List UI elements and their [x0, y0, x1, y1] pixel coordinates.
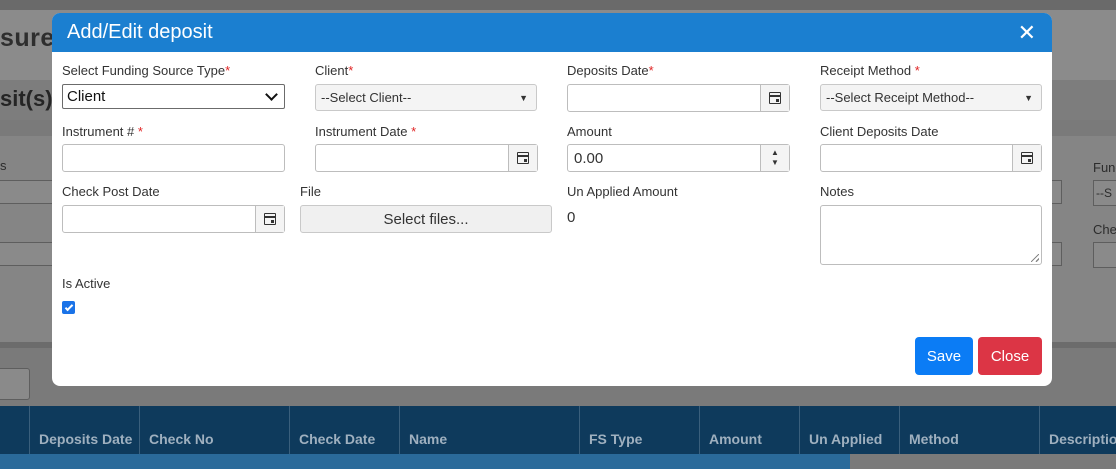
check-post-date-input[interactable] — [63, 206, 255, 232]
background-page-title: sit(s) — [0, 86, 53, 111]
close-button[interactable]: Close — [978, 337, 1042, 375]
background-left-label: s — [0, 158, 7, 173]
background-right-field — [1093, 242, 1116, 268]
background-small-button — [0, 368, 30, 400]
calendar-icon — [1021, 152, 1033, 164]
calendar-icon — [517, 152, 529, 164]
funding-source-type-value: Client — [67, 88, 106, 105]
calendar-icon — [264, 213, 276, 225]
client-deposits-date-picker[interactable] — [820, 144, 1042, 172]
calendar-button[interactable] — [255, 206, 284, 232]
background-top-strip — [0, 0, 1116, 10]
calendar-button[interactable] — [760, 85, 789, 111]
amount-numeric-input[interactable]: 0.00 ▲ ▼ — [567, 144, 790, 172]
notes-textarea[interactable] — [820, 205, 1042, 265]
background-right-field: --S — [1093, 180, 1116, 206]
grid-column-header: Check No — [140, 406, 290, 454]
caret-down-icon: ▼ — [1024, 92, 1033, 103]
resize-handle-icon[interactable] — [1031, 254, 1039, 262]
background-grid-row — [0, 454, 850, 469]
grid-column-header: Deposits Date — [30, 406, 140, 454]
is-active-checkbox[interactable] — [62, 301, 75, 314]
amount-value[interactable]: 0.00 — [568, 145, 760, 171]
grid-column-header: Method — [900, 406, 1040, 454]
instrument-date-picker[interactable] — [315, 144, 538, 172]
background-left-field — [0, 242, 54, 266]
check-post-date-label: Check Post Date — [62, 184, 160, 199]
spinner[interactable]: ▲ ▼ — [760, 145, 789, 171]
receipt-method-placeholder: --Select Receipt Method-- — [826, 90, 975, 105]
background-grid-header: Deposits Date Check No Check Date Name F… — [0, 406, 1116, 454]
caret-down-icon: ▼ — [519, 92, 528, 103]
modal-title: Add/Edit deposit — [67, 21, 213, 43]
file-label: File — [300, 184, 321, 199]
un-applied-amount-label: Un Applied Amount — [567, 184, 678, 199]
un-applied-amount-value: 0 — [567, 209, 576, 226]
add-edit-deposit-modal: Add/Edit deposit ✕ Select Funding Source… — [52, 13, 1052, 386]
calendar-button[interactable] — [508, 145, 537, 171]
deposits-date-input[interactable] — [568, 85, 760, 111]
grid-column-header: Un Applied — [800, 406, 900, 454]
funding-source-type-label: Select Funding Source Type* — [62, 63, 231, 78]
close-icon[interactable]: ✕ — [1018, 21, 1036, 44]
deposits-date-label: Deposits Date* — [567, 63, 654, 78]
instrument-date-label: Instrument Date * — [315, 124, 417, 139]
instrument-date-input[interactable] — [316, 145, 508, 171]
calendar-button[interactable] — [1012, 145, 1041, 171]
grid-column-header: Name — [400, 406, 580, 454]
save-button[interactable]: Save — [915, 337, 973, 375]
client-placeholder: --Select Client-- — [321, 90, 412, 105]
receipt-method-dropdown[interactable]: --Select Receipt Method-- ▼ — [820, 84, 1042, 111]
notes-label: Notes — [820, 184, 854, 199]
grid-column-header: Check Date — [290, 406, 400, 454]
funding-source-type-select[interactable]: Client — [62, 84, 285, 109]
client-deposits-date-label: Client Deposits Date — [820, 124, 939, 139]
select-files-button[interactable]: Select files... — [300, 205, 552, 233]
spin-down-icon[interactable]: ▼ — [771, 158, 779, 168]
instrument-no-input[interactable] — [62, 144, 285, 172]
grid-column-header: FS Type — [580, 406, 700, 454]
modal-header: Add/Edit deposit ✕ — [52, 13, 1052, 52]
client-label: Client* — [315, 63, 354, 78]
receipt-method-label: Receipt Method * — [820, 63, 920, 78]
calendar-icon — [769, 92, 781, 104]
checkmark-icon — [64, 302, 73, 311]
check-post-date-picker[interactable] — [62, 205, 285, 233]
chevron-down-icon — [265, 87, 278, 101]
grid-column-header: Amount — [700, 406, 800, 454]
background-right-label: Che — [1093, 222, 1116, 237]
amount-label: Amount — [567, 124, 612, 139]
is-active-label: Is Active — [62, 276, 111, 291]
spin-up-icon[interactable]: ▲ — [771, 148, 779, 158]
client-deposits-date-input[interactable] — [821, 145, 1012, 171]
grid-column-header — [0, 406, 30, 454]
background-left-field — [0, 180, 54, 204]
background-grid-row — [850, 454, 1116, 469]
instrument-no-label: Instrument # * — [62, 124, 143, 139]
deposits-date-picker[interactable] — [567, 84, 790, 112]
client-dropdown[interactable]: --Select Client-- ▼ — [315, 84, 537, 111]
grid-column-header: Description — [1049, 431, 1116, 447]
background-right-label: Fund — [1093, 160, 1116, 175]
